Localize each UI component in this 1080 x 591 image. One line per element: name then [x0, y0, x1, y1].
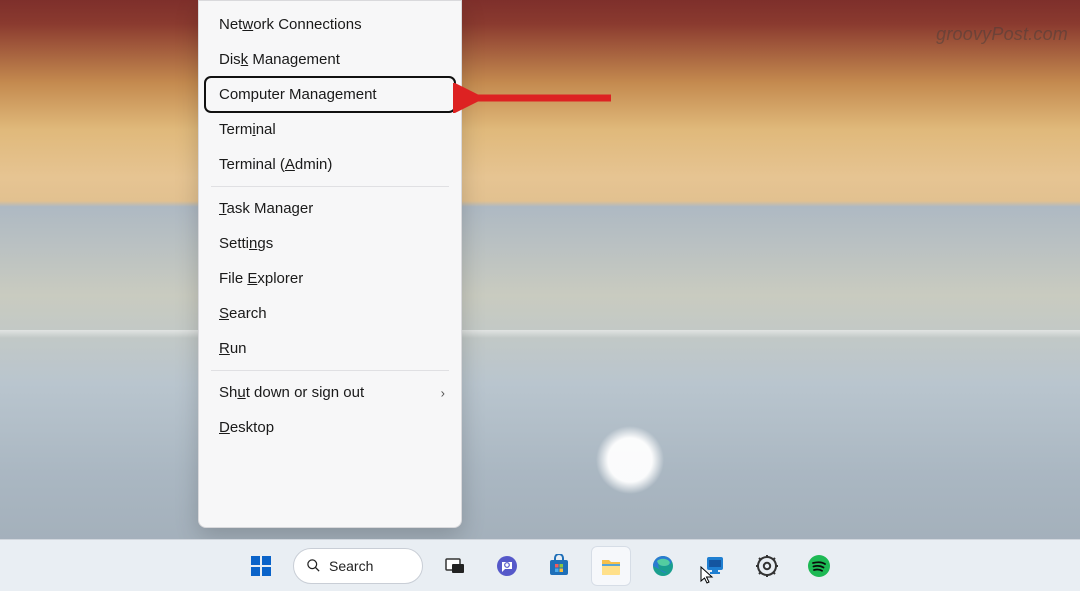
menu-item-search[interactable]: Search	[205, 296, 455, 331]
menu-item-settings[interactable]: Settings	[205, 226, 455, 261]
taskview-button[interactable]	[435, 546, 475, 586]
gear-icon	[755, 554, 779, 578]
menu-separator	[211, 370, 449, 371]
menu-item-run[interactable]: Run	[205, 331, 455, 366]
menu-item-shutdown-signout[interactable]: Shut down or sign out ›	[205, 375, 455, 410]
search-label: Search	[329, 558, 373, 574]
menu-item-network-connections[interactable]: Network Connections	[205, 7, 455, 42]
chevron-right-icon: ›	[441, 385, 445, 400]
taskview-icon	[443, 554, 467, 578]
spotify-icon	[807, 554, 831, 578]
menu-item-desktop[interactable]: Desktop	[205, 410, 455, 445]
wallpaper-ripple	[0, 330, 1080, 338]
menu-item-file-explorer[interactable]: File Explorer	[205, 261, 455, 296]
spotify-button[interactable]	[799, 546, 839, 586]
taskbar: Search	[0, 539, 1080, 591]
winx-context-menu: Network Connections Disk Management Comp…	[198, 0, 462, 528]
store-icon	[547, 554, 571, 578]
edge-button[interactable]	[643, 546, 683, 586]
folder-icon	[599, 554, 623, 578]
start-button[interactable]	[241, 546, 281, 586]
file-explorer-button[interactable]	[591, 546, 631, 586]
menu-item-computer-management[interactable]: Computer Management	[205, 77, 455, 112]
annotation-arrow-icon	[453, 83, 613, 113]
search-icon	[306, 558, 321, 573]
menu-item-task-manager[interactable]: Task Manager	[205, 191, 455, 226]
taskbar-search[interactable]: Search	[293, 548, 423, 584]
edge-icon	[651, 554, 675, 578]
mouse-cursor-icon	[700, 566, 714, 584]
watermark-text: groovyPost.com	[936, 24, 1068, 45]
menu-item-terminal-admin[interactable]: Terminal (Admin)	[205, 147, 455, 182]
store-button[interactable]	[539, 546, 579, 586]
menu-separator	[211, 186, 449, 187]
menu-item-disk-management[interactable]: Disk Management	[205, 42, 455, 77]
chat-button[interactable]	[487, 546, 527, 586]
chat-icon	[495, 554, 519, 578]
windows-logo-icon	[249, 554, 273, 578]
menu-item-terminal[interactable]: Terminal	[205, 112, 455, 147]
settings-button[interactable]	[747, 546, 787, 586]
